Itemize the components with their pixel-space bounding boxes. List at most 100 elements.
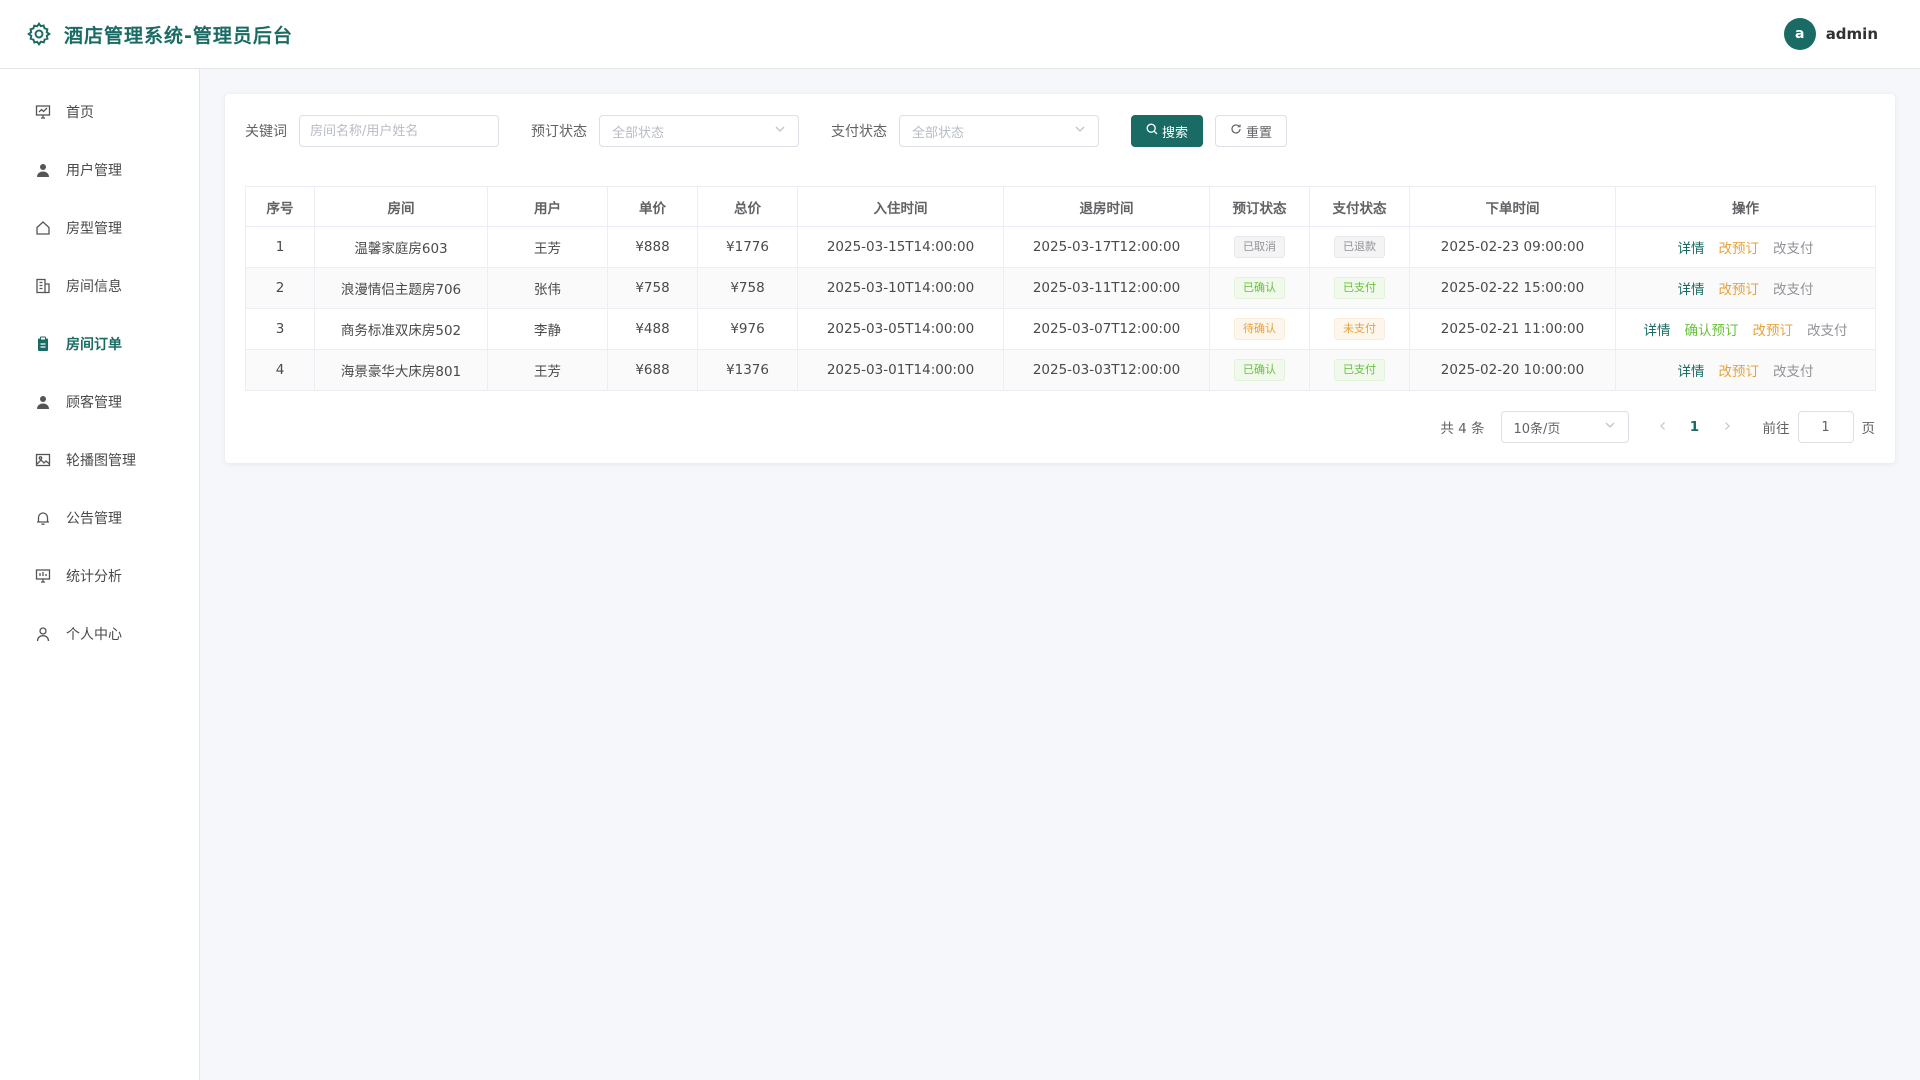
sidebar-item-3[interactable]: 房间信息 bbox=[0, 257, 199, 315]
column-header: 序号 bbox=[245, 186, 315, 227]
sidebar-item-label: 公告管理 bbox=[66, 511, 122, 527]
next-page-icon[interactable] bbox=[1711, 419, 1743, 435]
total-count: 共 4 条 bbox=[1440, 421, 1485, 437]
cell-pay-status: 已支付 bbox=[1309, 267, 1410, 309]
detail-link[interactable]: 详情 bbox=[1678, 241, 1705, 257]
cell-user: 李静 bbox=[487, 308, 608, 350]
cell-checkin: 2025-03-10T14:00:00 bbox=[797, 267, 1004, 309]
goto-page-input[interactable] bbox=[1797, 411, 1854, 443]
status-badge: 已确认 bbox=[1234, 277, 1285, 299]
status-badge: 已取消 bbox=[1234, 236, 1285, 258]
edit-payment-link[interactable]: 改支付 bbox=[1773, 241, 1814, 257]
page-number-current[interactable]: 1 bbox=[1679, 419, 1711, 435]
goto-label: 前往 bbox=[1762, 421, 1790, 437]
sidebar-item-label: 用户管理 bbox=[66, 163, 122, 179]
reset-label: 重置 bbox=[1246, 125, 1273, 141]
status-badge: 已退款 bbox=[1334, 236, 1385, 258]
prev-page-icon[interactable] bbox=[1647, 419, 1679, 435]
refresh-icon bbox=[1230, 123, 1242, 139]
cell-booking-status: 已取消 bbox=[1209, 226, 1310, 268]
table-row: 1 温馨家庭房603 王芳 ¥888 ¥1776 2025-03-15T14:00:00 2… bbox=[245, 226, 1876, 268]
sidebar-item-5[interactable]: 顾客管理 bbox=[0, 373, 199, 431]
image-icon bbox=[34, 451, 52, 469]
cell-checkout: 2025-03-11T12:00:00 bbox=[1003, 267, 1210, 309]
edit-booking-link[interactable]: 改预订 bbox=[1719, 241, 1760, 257]
table-row: 2 浪漫情侣主题房706 张伟 ¥758 ¥758 2025-03-10T14:00:00… bbox=[245, 267, 1876, 309]
user-icon bbox=[34, 161, 52, 179]
cell-index: 1 bbox=[245, 226, 315, 268]
cell-user: 王芳 bbox=[487, 349, 608, 391]
chevron-down-icon bbox=[774, 123, 786, 139]
column-header: 预订状态 bbox=[1209, 186, 1310, 227]
sidebar-item-label: 轮播图管理 bbox=[66, 453, 136, 469]
cell-booking-status: 待确认 bbox=[1209, 308, 1310, 350]
table-header-row: 序号 房间 用户 单价 总价 入住时间 退房时间 预订状态 支付状态 下单时间 操作 bbox=[245, 186, 1876, 227]
cell-total: ¥758 bbox=[697, 267, 798, 309]
sidebar-item-8[interactable]: 统计分析 bbox=[0, 547, 199, 605]
user-icon bbox=[34, 393, 52, 411]
search-label: 搜索 bbox=[1162, 125, 1189, 141]
column-header: 支付状态 bbox=[1309, 186, 1410, 227]
table-row: 3 商务标准双床房502 李静 ¥488 ¥976 2025-03-05T14:00:00… bbox=[245, 308, 1876, 350]
chevron-down-icon bbox=[1074, 123, 1086, 139]
clipboard-icon bbox=[34, 335, 52, 353]
dashboard-icon bbox=[34, 103, 52, 121]
column-header: 总价 bbox=[697, 186, 798, 227]
booking-status-select[interactable]: 全部状态 bbox=[599, 115, 799, 147]
orders-table: 序号 房间 用户 单价 总价 入住时间 退房时间 预订状态 支付状态 下单时间 操作 1 温馨家庭房6… bbox=[245, 186, 1876, 391]
cell-pay-status: 已退款 bbox=[1309, 226, 1410, 268]
sidebar-item-4[interactable]: 房间订单 bbox=[0, 315, 199, 373]
pay-status-select[interactable]: 全部状态 bbox=[899, 115, 1099, 147]
cell-checkout: 2025-03-07T12:00:00 bbox=[1003, 308, 1210, 350]
avatar[interactable]: a bbox=[1783, 18, 1816, 50]
sidebar-item-7[interactable]: 公告管理 bbox=[0, 489, 199, 547]
sidebar-item-2[interactable]: 房型管理 bbox=[0, 199, 199, 257]
cell-total: ¥976 bbox=[697, 308, 798, 350]
top-header: 酒店管理系统-管理员后台 a admin bbox=[0, 0, 1920, 69]
cell-actions: 详情 改预订 改支付 bbox=[1615, 349, 1876, 391]
sidebar: 首页用户管理房型管理房间信息房间订单 顾客管理轮播图管理公告管理统计分析个人中心 bbox=[0, 69, 200, 1080]
sidebar-item-label: 统计分析 bbox=[66, 569, 122, 585]
cell-total: ¥1776 bbox=[697, 226, 798, 268]
column-header: 操作 bbox=[1615, 186, 1876, 227]
app-title: 酒店管理系统-管理员后台 bbox=[64, 24, 293, 47]
edit-booking-link[interactable]: 改预订 bbox=[1719, 282, 1760, 298]
edit-payment-link[interactable]: 改支付 bbox=[1773, 364, 1814, 380]
cell-actions: 详情 改预订 改支付 bbox=[1615, 267, 1876, 309]
username[interactable]: admin bbox=[1826, 25, 1878, 43]
status-badge: 已确认 bbox=[1234, 359, 1285, 381]
sidebar-item-label: 个人中心 bbox=[66, 627, 122, 643]
cell-checkout: 2025-03-03T12:00:00 bbox=[1003, 349, 1210, 391]
user-menu[interactable]: a admin bbox=[1783, 18, 1878, 50]
cell-booking-status: 已确认 bbox=[1209, 267, 1310, 309]
chart-icon bbox=[34, 567, 52, 585]
booking-status-label: 预订状态 bbox=[531, 124, 587, 140]
cell-checkout: 2025-03-17T12:00:00 bbox=[1003, 226, 1210, 268]
edit-payment-link[interactable]: 改支付 bbox=[1807, 323, 1848, 339]
sidebar-item-6[interactable]: 轮播图管理 bbox=[0, 431, 199, 489]
detail-link[interactable]: 详情 bbox=[1678, 282, 1705, 298]
sidebar-item-0[interactable]: 首页 bbox=[0, 83, 199, 141]
search-icon bbox=[1146, 123, 1158, 139]
sidebar-item-1[interactable]: 用户管理 bbox=[0, 141, 199, 199]
cell-unit-price: ¥758 bbox=[607, 267, 698, 309]
reset-button[interactable]: 重置 bbox=[1215, 115, 1288, 147]
keyword-input[interactable] bbox=[299, 115, 499, 147]
edit-booking-link[interactable]: 改预订 bbox=[1719, 364, 1760, 380]
sidebar-item-label: 房间信息 bbox=[66, 279, 122, 295]
edit-booking-link[interactable]: 改预订 bbox=[1753, 323, 1794, 339]
page-size-select[interactable]: 10条/页 bbox=[1500, 411, 1629, 443]
cell-unit-price: ¥488 bbox=[607, 308, 698, 350]
bell-icon bbox=[34, 509, 52, 527]
sidebar-item-label: 首页 bbox=[66, 105, 94, 121]
edit-payment-link[interactable]: 改支付 bbox=[1773, 282, 1814, 298]
detail-link[interactable]: 详情 bbox=[1644, 323, 1671, 339]
confirm-booking-link[interactable]: 确认预订 bbox=[1685, 323, 1739, 339]
person-icon bbox=[34, 625, 52, 643]
cell-actions: 详情 确认预订 改预订 改支付 bbox=[1615, 308, 1876, 350]
detail-link[interactable]: 详情 bbox=[1678, 364, 1705, 380]
sidebar-item-9[interactable]: 个人中心 bbox=[0, 605, 199, 663]
cell-checkin: 2025-03-05T14:00:00 bbox=[797, 308, 1004, 350]
cell-total: ¥1376 bbox=[697, 349, 798, 391]
search-button[interactable]: 搜索 bbox=[1131, 115, 1204, 147]
